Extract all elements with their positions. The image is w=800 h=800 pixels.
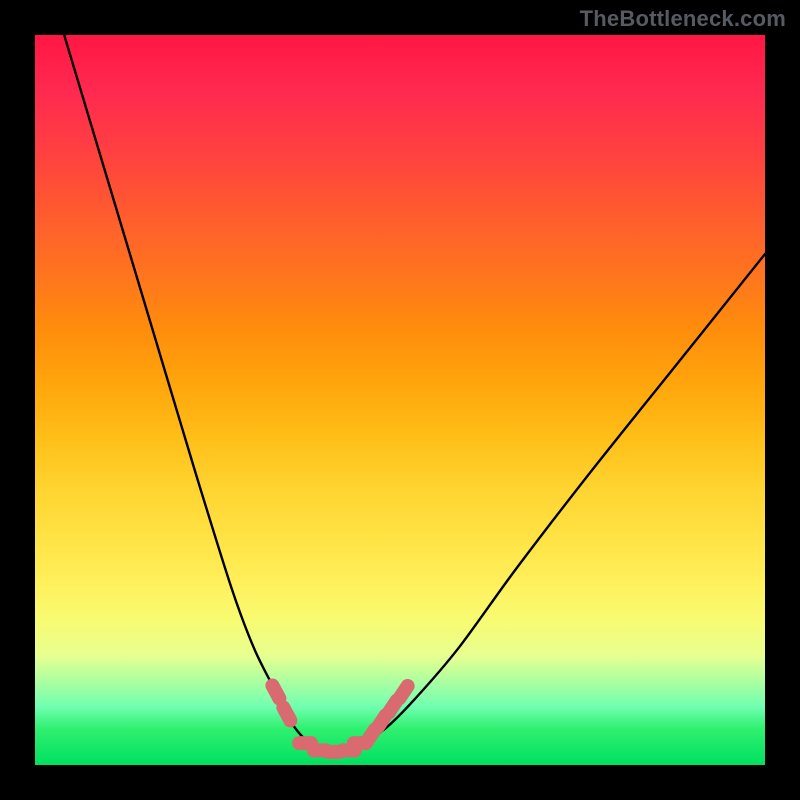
marker-alert-caps-left-0	[272, 686, 279, 699]
marker-alert-caps-right-3	[400, 686, 408, 698]
marker-alert-caps-left-1	[283, 707, 290, 720]
plot-area	[35, 35, 765, 765]
series-bottleneck-curve-left	[64, 35, 327, 750]
chart-frame: TheBottleneck.com	[0, 0, 800, 800]
curve-overlay	[35, 35, 765, 765]
series-bottleneck-curve-right	[349, 254, 765, 750]
watermark-text: TheBottleneck.com	[580, 6, 786, 32]
